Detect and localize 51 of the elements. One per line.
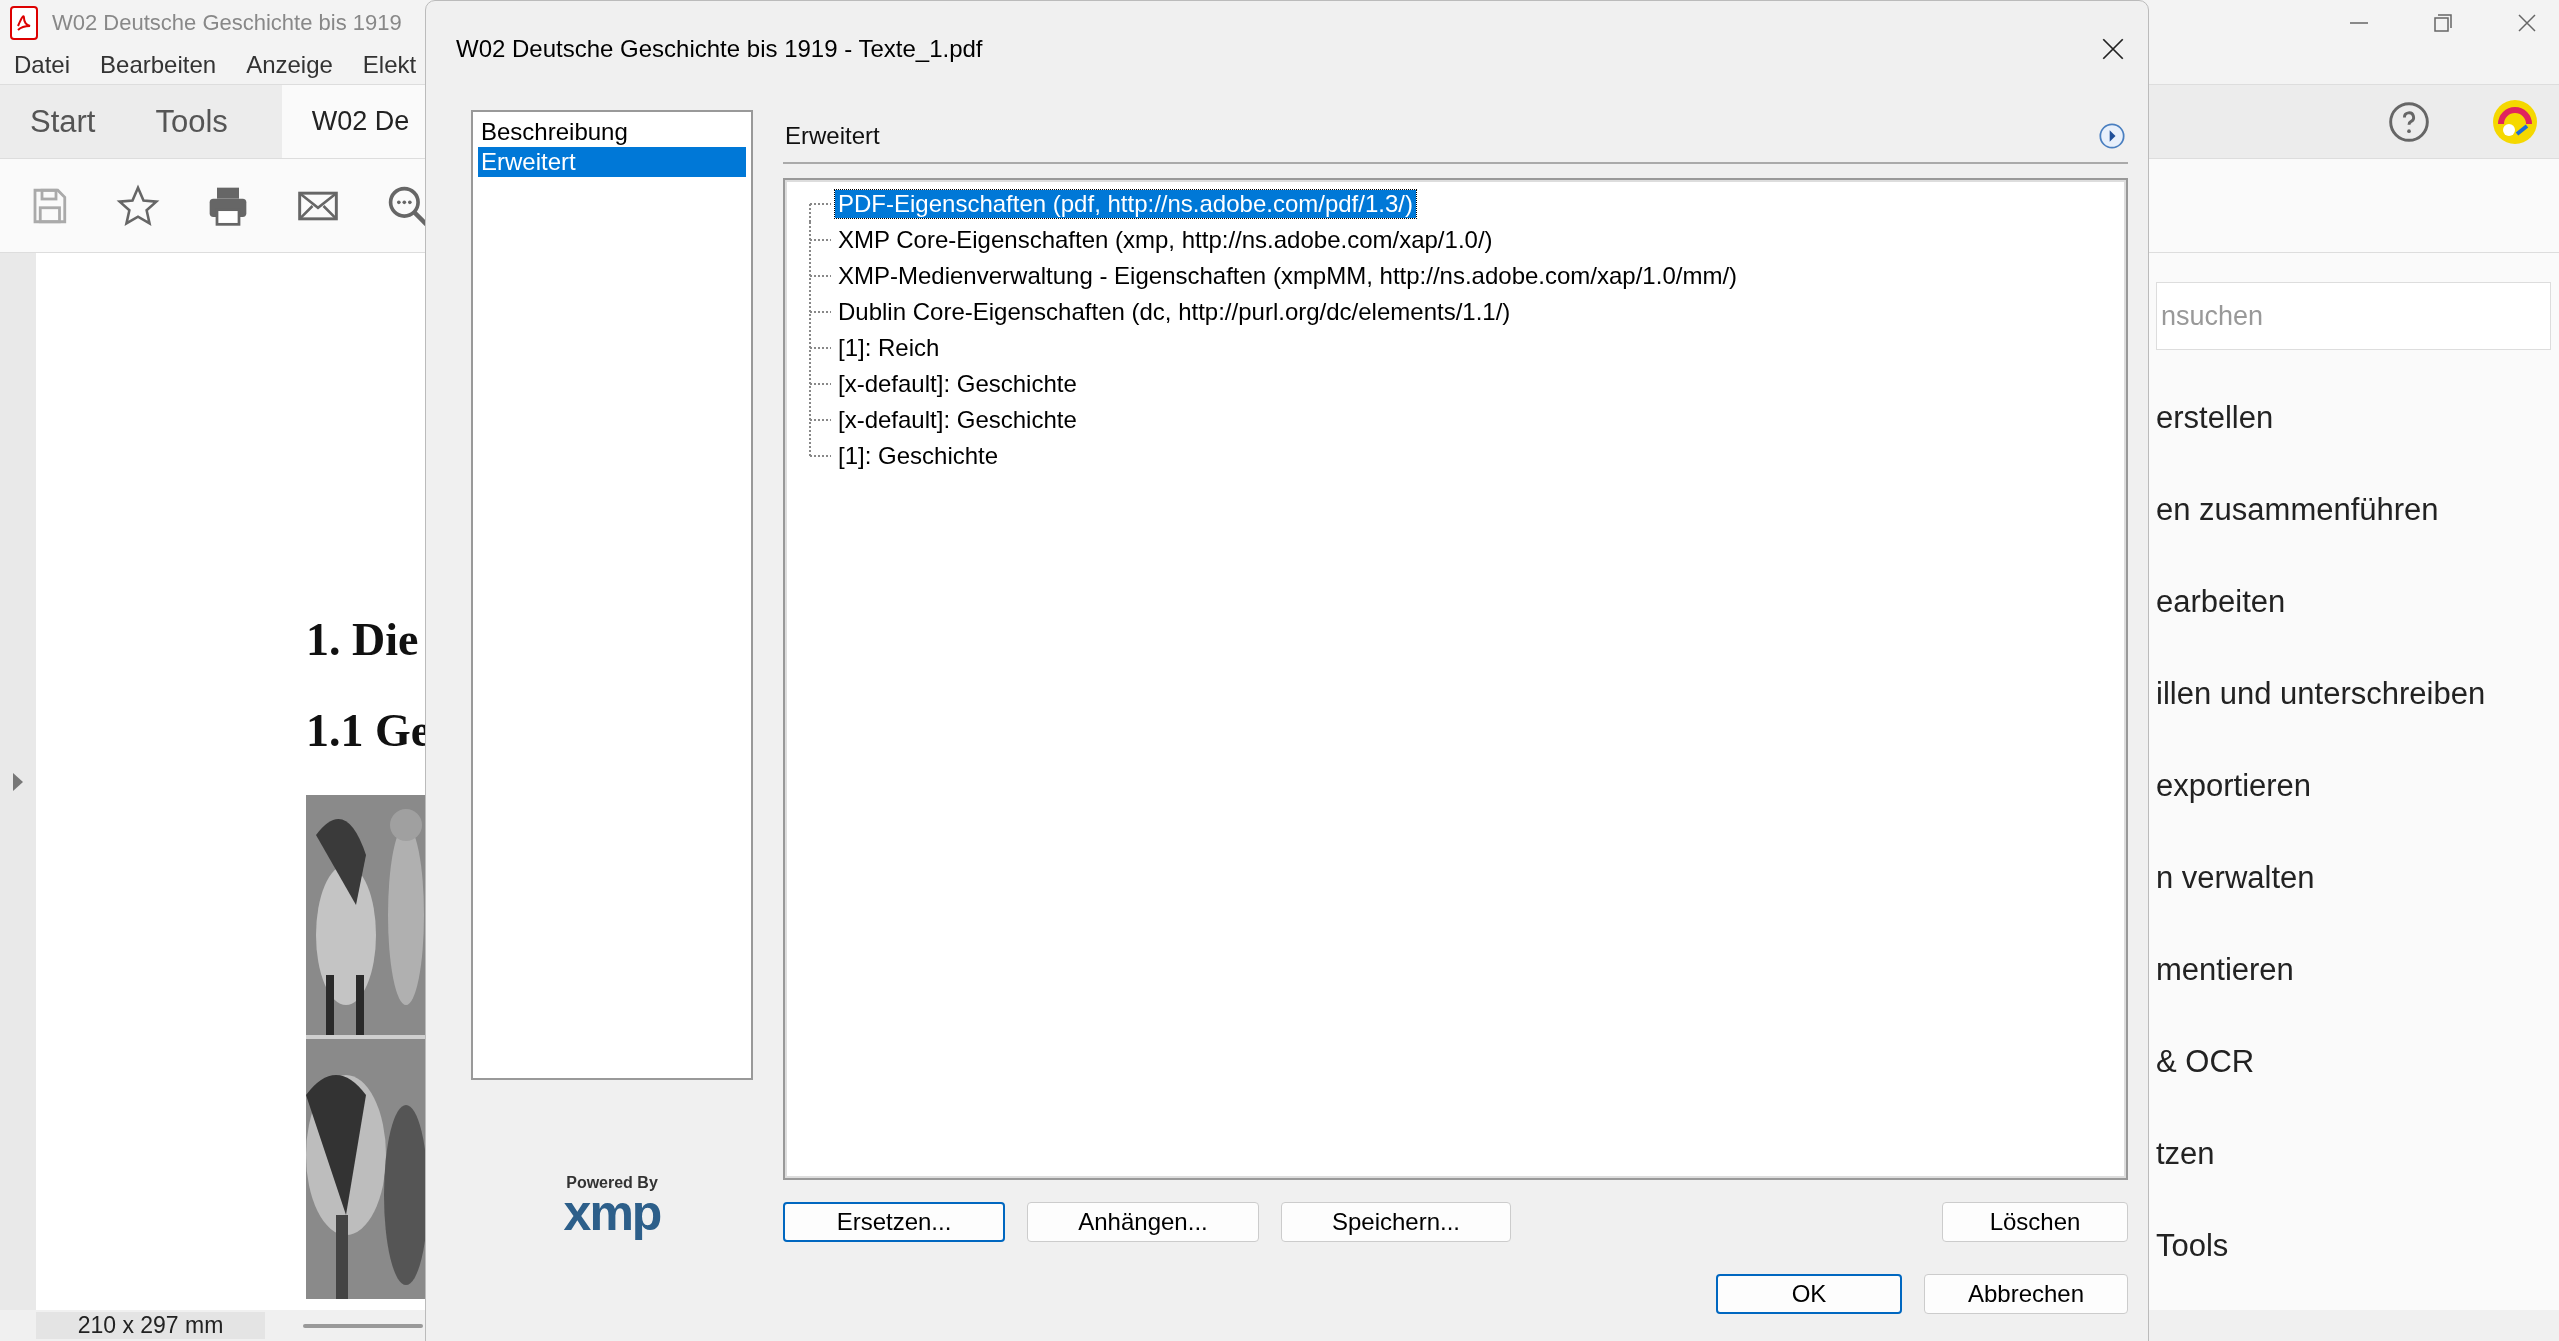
dialog-title: W02 Deutsche Geschichte bis 1919 - Texte_1.pdf xyxy=(456,34,983,63)
tab[interactable]: Tools xyxy=(125,85,258,158)
tool-item[interactable]: erstellen xyxy=(2156,372,2551,464)
play-icon[interactable] xyxy=(2098,122,2126,150)
star-icon[interactable] xyxy=(116,183,160,228)
pdf-file-icon xyxy=(10,6,38,40)
category-item[interactable]: Erweitert xyxy=(478,147,746,177)
tool-item[interactable]: mentieren xyxy=(2156,924,2551,1016)
help-icon[interactable] xyxy=(2387,99,2431,144)
tree-item[interactable]: [1]: Geschichte xyxy=(835,442,1002,470)
maximize-icon[interactable] xyxy=(2431,11,2455,35)
window-title: W02 Deutsche Geschichte bis 1919 xyxy=(52,10,402,36)
tree-item[interactable]: XMP-Medienverwaltung - Eigenschaften (xmpMM, http://ns.adobe.com/xap/1.0/mm/) xyxy=(835,262,1741,290)
tool-item[interactable]: Tools xyxy=(2156,1200,2551,1292)
tool-item[interactable]: n verwalten xyxy=(2156,832,2551,924)
delete-button[interactable]: Löschen xyxy=(1942,1202,2128,1242)
tree-item[interactable]: [x-default]: Geschichte xyxy=(835,370,1080,398)
tree-line xyxy=(809,294,831,330)
tool-item[interactable]: & OCR xyxy=(2156,1016,2551,1108)
menu-item[interactable]: Anzeige xyxy=(246,51,333,79)
tool-item[interactable]: tzen xyxy=(2156,1108,2551,1200)
tree-item[interactable]: PDF-Eigenschaften (pdf, http://ns.adobe.com/pdf/1.3/) xyxy=(835,190,1416,218)
document-heading: 1. Die xyxy=(306,613,420,666)
tree-item[interactable]: XMP Core-Eigenschaften (xmp, http://ns.adobe.com/xap/1.0/) xyxy=(835,226,1496,254)
powered-by-label: Powered By xyxy=(566,1175,658,1191)
tool-item[interactable]: illen und unterschreiben xyxy=(2156,648,2551,740)
page-size-label: 210 x 297 mm xyxy=(36,1312,265,1339)
dialog-button[interactable]: OK xyxy=(1716,1274,1902,1314)
action-button[interactable]: Ersetzen... xyxy=(783,1202,1005,1242)
avatar-icon[interactable] xyxy=(2491,97,2539,146)
section-title: Erweitert xyxy=(785,122,880,150)
tree-line xyxy=(809,258,831,294)
tab[interactable]: Start xyxy=(0,85,126,158)
tool-item[interactable]: en zusammenführen xyxy=(2156,464,2551,556)
category-item[interactable]: Beschreibung xyxy=(478,117,746,147)
menu-item[interactable]: Datei xyxy=(14,51,71,79)
scroll-bar[interactable] xyxy=(303,1323,423,1328)
menu-item[interactable]: Bearbeiten xyxy=(100,51,217,79)
action-button[interactable]: Anhängen... xyxy=(1027,1202,1259,1242)
tool-item[interactable]: earbeiten xyxy=(2156,556,2551,648)
tree-line xyxy=(809,366,831,402)
expand-arrow-icon[interactable] xyxy=(11,770,25,793)
tree-item[interactable]: Dublin Core-Eigenschaften (dc, http://purl.org/dc/elements/1.1/) xyxy=(835,298,1514,326)
dialog-button[interactable]: Abbrechen xyxy=(1924,1274,2128,1314)
tree-item[interactable]: [1]: Reich xyxy=(835,334,943,362)
tree-line xyxy=(809,330,831,366)
search-field[interactable]: nsuchen xyxy=(2156,282,2551,350)
tree-item[interactable]: [x-default]: Geschichte xyxy=(835,406,1080,434)
menu-item[interactable]: Elekt xyxy=(362,51,417,79)
action-button[interactable]: Speichern... xyxy=(1281,1202,1511,1242)
tool-item[interactable]: exportieren xyxy=(2156,740,2551,832)
